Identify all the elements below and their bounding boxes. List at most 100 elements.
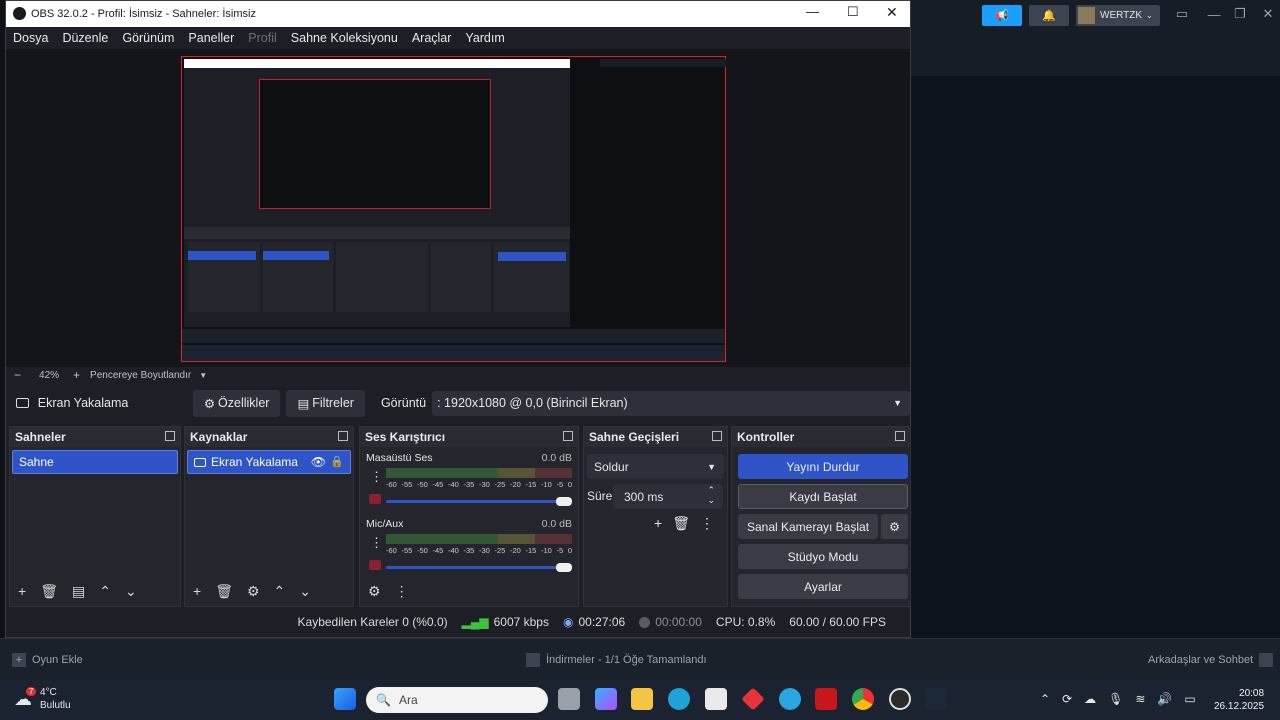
- steam-minimize-button[interactable]: —: [1202, 4, 1226, 24]
- display-select[interactable]: : 1920x1080 @ 0,0 (Birincil Ekran) ▼: [432, 390, 910, 416]
- friends-chat-button[interactable]: Arkadaşlar ve Sohbet: [1148, 653, 1274, 667]
- trash-icon[interactable]: 🗑: [40, 583, 58, 600]
- minimize-button[interactable]: —: [806, 4, 819, 19]
- chevron-up-icon[interactable]: ⌃: [99, 583, 111, 600]
- chrome-icon[interactable]: [852, 688, 874, 710]
- taskbar-search[interactable]: 🔍 Ara: [366, 687, 548, 713]
- steam-close-button[interactable]: ✕: [1256, 4, 1280, 24]
- trash-icon[interactable]: 🗑: [215, 583, 233, 600]
- transition-select[interactable]: Soldur ▼: [587, 454, 724, 479]
- eye-icon[interactable]: 👁: [311, 455, 326, 469]
- undock-icon[interactable]: [165, 431, 175, 441]
- desktop-audio-fader-knob[interactable]: [556, 497, 572, 506]
- start-virtual-camera-button[interactable]: Sanal Kamerayı Başlat: [738, 514, 878, 539]
- menu-dots-icon[interactable]: ⋮: [700, 515, 714, 532]
- signal-bars-icon: ▂▄▆: [461, 615, 489, 629]
- volume-icon[interactable]: 🔊: [1157, 692, 1172, 706]
- big-picture-icon[interactable]: ▭: [1170, 4, 1194, 24]
- transitions-panel: Sahne Geçişleri Soldur ▼ Süre 300 ms ⌃ ⌄…: [583, 426, 728, 607]
- menu-view[interactable]: Görünüm: [122, 31, 174, 45]
- filters-button[interactable]: ▤ Filtreler: [286, 389, 365, 417]
- file-explorer-icon[interactable]: [631, 688, 653, 710]
- battery-icon[interactable]: ▭: [1184, 692, 1195, 706]
- broadcast-button[interactable]: 📢: [982, 5, 1022, 26]
- menu-dots-icon[interactable]: ⋮: [370, 469, 383, 485]
- microphone-icon[interactable]: 🎙: [1108, 692, 1123, 706]
- menu-help[interactable]: Yardım: [465, 31, 504, 45]
- menu-dots-icon[interactable]: ⋮: [370, 535, 383, 551]
- menu-file[interactable]: Dosya: [13, 31, 48, 45]
- plus-icon[interactable]: +: [18, 583, 26, 600]
- undock-icon[interactable]: [338, 431, 348, 441]
- clock[interactable]: 20:08 26.12.2025: [1214, 687, 1264, 713]
- properties-button[interactable]: ⚙ Özellikler: [192, 389, 281, 417]
- steam-taskbar-icon[interactable]: [925, 688, 947, 710]
- mic-aux-fader[interactable]: [386, 566, 572, 569]
- virtual-camera-settings-button[interactable]: ⚙: [881, 514, 908, 539]
- chevron-up-icon[interactable]: ⌃: [274, 583, 286, 600]
- zoom-out-button[interactable]: −: [14, 368, 21, 382]
- chevron-down-icon[interactable]: ▼: [199, 371, 207, 380]
- preview-area[interactable]: [6, 49, 910, 367]
- captured-screen[interactable]: [181, 56, 726, 362]
- mic-aux-fader-knob[interactable]: [556, 563, 572, 572]
- mute-icon[interactable]: [369, 560, 381, 570]
- wifi-icon[interactable]: ≋: [1135, 692, 1145, 706]
- system-tray: ⌃ ⟳ ☁ 🎙 ≋ 🔊 ▭: [1040, 692, 1196, 706]
- gear-icon[interactable]: ⚙: [247, 583, 260, 600]
- properties-label: Özellikler: [218, 396, 270, 410]
- sync-icon[interactable]: ⟳: [1062, 692, 1072, 706]
- zoom-in-button[interactable]: +: [73, 368, 80, 382]
- menu-dots-icon[interactable]: ⋮: [395, 583, 409, 600]
- settings-button[interactable]: Ayarlar: [738, 574, 908, 599]
- studio-mode-button[interactable]: Stüdyo Modu: [738, 544, 908, 569]
- plus-icon[interactable]: +: [654, 515, 662, 532]
- store-icon[interactable]: [705, 688, 727, 710]
- maximize-button[interactable]: ☐: [847, 4, 859, 20]
- close-button[interactable]: ✕: [886, 4, 898, 21]
- zoom-level: 42%: [39, 369, 60, 381]
- windows-start-icon[interactable]: [334, 688, 356, 710]
- copilot-icon[interactable]: [595, 688, 617, 710]
- trash-icon[interactable]: 🗑: [672, 515, 690, 532]
- weather-widget[interactable]: ☁ 7 4°C Bulutlu: [14, 686, 71, 712]
- fps-status: 60.00 / 60.00 FPS: [789, 615, 886, 629]
- steam-maximize-button[interactable]: ❐: [1228, 4, 1252, 24]
- chevron-down-icon[interactable]: ⌄: [125, 583, 137, 600]
- stop-streaming-button[interactable]: Yayını Durdur: [738, 454, 908, 479]
- menu-tools[interactable]: Araçlar: [412, 31, 452, 45]
- sources-toolbar: + 🗑 ⚙ ⌃ ⌄: [193, 583, 311, 600]
- scene-item[interactable]: Sahne: [12, 450, 178, 474]
- menu-docks[interactable]: Paneller: [188, 31, 234, 45]
- user-menu[interactable]: WERTZK ⌄: [1076, 5, 1160, 26]
- filter-icon[interactable]: ▤: [72, 583, 85, 600]
- undock-icon[interactable]: [895, 431, 905, 441]
- add-game-button[interactable]: + Oyun Ekle: [12, 653, 83, 667]
- chevron-down-icon[interactable]: ⌄: [707, 495, 715, 506]
- chevron-up-icon[interactable]: ⌃: [1040, 692, 1050, 706]
- duration-input[interactable]: 300 ms ⌃ ⌄: [613, 484, 723, 509]
- cloud-tray-icon[interactable]: ☁: [1084, 692, 1096, 706]
- edge-icon[interactable]: [668, 688, 690, 710]
- start-recording-button[interactable]: Kaydı Başlat: [738, 484, 908, 509]
- menu-profile[interactable]: Profil: [248, 31, 276, 45]
- desktop-audio-fader[interactable]: [386, 500, 572, 503]
- photo-app-icon[interactable]: [779, 688, 801, 710]
- undock-icon[interactable]: [712, 431, 722, 441]
- mute-icon[interactable]: [369, 494, 381, 504]
- antivirus-icon[interactable]: [815, 688, 837, 710]
- menu-edit[interactable]: Düzenle: [62, 31, 108, 45]
- source-item[interactable]: Ekran Yakalama 👁 🔒: [187, 450, 351, 474]
- plus-icon[interactable]: +: [193, 583, 201, 600]
- undock-icon[interactable]: [563, 431, 573, 441]
- nested-obs-window: [184, 59, 570, 327]
- notifications-button[interactable]: 🔔: [1029, 5, 1069, 26]
- task-view-icon[interactable]: [558, 688, 580, 710]
- mixer-toolbar: ⚙ ⋮: [368, 583, 409, 600]
- downloads-status[interactable]: İndirmeler - 1/1 Öğe Tamamlandı: [526, 653, 707, 667]
- lock-icon[interactable]: 🔒: [330, 455, 344, 468]
- obs-taskbar-icon[interactable]: [889, 688, 911, 710]
- menu-scene-collection[interactable]: Sahne Koleksiyonu: [291, 31, 398, 45]
- gear-icon[interactable]: ⚙: [368, 583, 381, 600]
- chevron-down-icon[interactable]: ⌄: [299, 583, 311, 600]
